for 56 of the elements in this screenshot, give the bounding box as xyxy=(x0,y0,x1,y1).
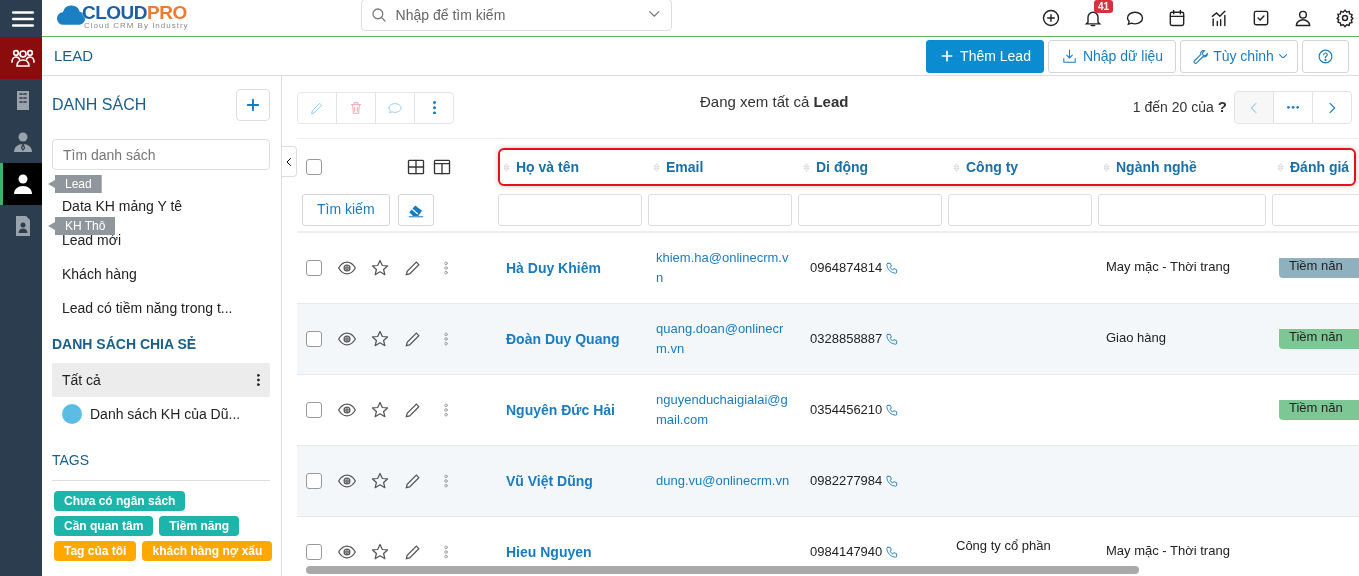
list-item-label: Danh sách KH của Dũ... xyxy=(90,404,242,424)
tooltip: KH Thô xyxy=(48,217,116,235)
email-link[interactable]: khiem.ha@onlinecrm.vn xyxy=(648,248,798,289)
table-cell-text: Giao hàng xyxy=(1105,328,1167,347)
rating-tag: Tiềm năn xyxy=(1279,257,1359,279)
phone-number: 0982277984 xyxy=(810,472,883,491)
rating-tag: Tiềm năn xyxy=(1279,399,1359,421)
customize-dropdown[interactable]: Tùy chỉnh xyxy=(1180,39,1298,73)
tooltip: Lead xyxy=(48,175,102,193)
column-header[interactable]: Đánh giá xyxy=(1290,156,1350,178)
email-link[interactable]: quang.doan@onlinecrm.vn xyxy=(648,319,798,360)
notification-badge: 41 xyxy=(1094,0,1114,14)
column-header[interactable]: Ngành nghề xyxy=(1116,156,1197,178)
column-header[interactable]: Email xyxy=(666,156,704,178)
add-lead-button[interactable]: Thêm Lead xyxy=(926,39,1044,73)
phone-number: 0354456210 xyxy=(810,401,883,420)
import-button[interactable]: Nhập dữ liệu xyxy=(1047,39,1177,73)
phone-number: 0328858887 xyxy=(810,330,883,349)
shared-list-item[interactable]: Tất cả xyxy=(52,363,270,398)
phone-number: 0964874814 xyxy=(810,259,883,278)
search-button[interactable]: Tìm kiếm xyxy=(302,193,390,226)
list-item[interactable]: Khách hàng xyxy=(52,266,137,283)
phone-number: 0984147940 xyxy=(810,543,883,562)
column-header[interactable]: Họ và tên xyxy=(516,156,579,178)
lead-name-link[interactable]: Hieu Nguyen xyxy=(498,543,592,560)
tag[interactable]: Cần quan tâm xyxy=(54,516,154,537)
table-cell-text: May mặc - Thời trang xyxy=(1105,257,1231,276)
list-item-label: Tất cả xyxy=(62,370,102,390)
lead-name-link[interactable]: Đoàn Duy Quang xyxy=(498,330,620,347)
shared-list-item[interactable]: Danh sách KH của Dũ... xyxy=(52,397,270,432)
table-cell-text: May mặc - Thời trang xyxy=(1105,541,1231,560)
search-field[interactable]: Nhập để tìm kiếm xyxy=(360,0,672,32)
tag[interactable]: Chưa có ngân sách xyxy=(54,491,186,512)
list-item[interactable]: Lead có tiềm năng trong t... xyxy=(52,300,233,317)
email-link[interactable]: dung.vu@onlinecrm.vn xyxy=(648,471,798,492)
paging-text: 1 đến 20 của xyxy=(1132,98,1214,118)
list-search-field[interactable]: Tìm danh sách xyxy=(52,139,270,171)
viewing-text: Đang xem tất cả Lead xyxy=(700,92,849,113)
page-title: LEAD xyxy=(54,45,94,66)
total-count: ? xyxy=(1217,97,1227,118)
rating-tag: Tiềm năn xyxy=(1279,328,1359,350)
lead-name-link[interactable]: Nguyên Đức Hải xyxy=(498,401,615,418)
column-header[interactable]: Công ty xyxy=(966,156,1019,178)
tag[interactable]: Tiềm năng xyxy=(159,516,240,537)
section-title: DANH SÁCH CHIA SẺ xyxy=(52,335,198,355)
section-title: DANH SÁCH xyxy=(52,94,147,116)
logo-text: CLOUDPRO xyxy=(82,2,188,22)
table-cell-text: Công ty cổ phần xyxy=(955,537,1052,556)
list-item[interactable]: Lead mới xyxy=(52,232,121,249)
list-item[interactable]: Data KH mảng Y tê xyxy=(52,198,183,215)
lead-name-link[interactable]: Hà Duy Khiêm xyxy=(498,259,601,276)
section-title: TAGS xyxy=(52,451,91,471)
email-link[interactable]: nguyenduchaigialai@gmail.com xyxy=(648,390,798,431)
logo-tagline: Cloud CRM By Industry xyxy=(84,21,189,30)
lead-name-link[interactable]: Vũ Việt Dũng xyxy=(498,472,593,489)
column-header[interactable]: Di động xyxy=(816,156,869,178)
